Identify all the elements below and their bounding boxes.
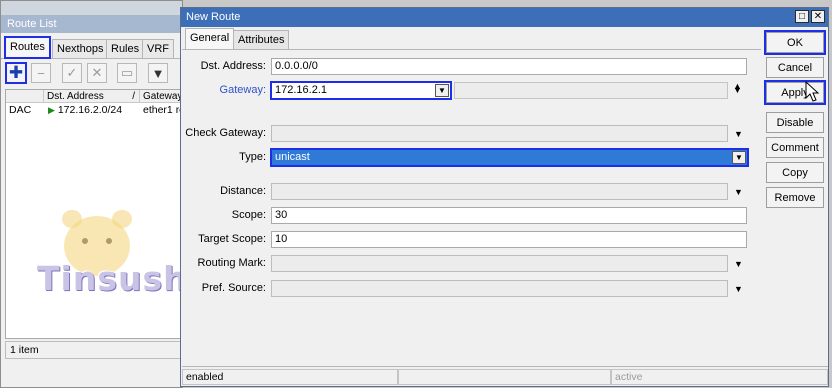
target-scope-label: Target Scope:	[198, 233, 266, 245]
route-list-title: Route List	[1, 15, 182, 33]
distance-field[interactable]	[271, 183, 728, 200]
routing-mark-label: Routing Mark:	[197, 257, 266, 269]
distance-dropdown-icon[interactable]: ▼	[734, 187, 743, 197]
minus-icon: −	[37, 65, 45, 81]
tab-nexthops[interactable]: Nexthops	[52, 39, 109, 58]
dst-address-label: Dst. Address:	[200, 60, 266, 72]
tab-rules[interactable]: Rules	[106, 39, 145, 58]
mouse-cursor-icon	[805, 81, 820, 102]
route-flag-icon: ▶	[48, 105, 55, 115]
type-value: unicast	[275, 151, 310, 163]
check-gateway-dropdown-icon[interactable]: ▼	[734, 129, 743, 139]
general-panel: Dst. Address: 0.0.0.0/0 Gateway: 172.16.…	[182, 49, 761, 366]
dst-address-field[interactable]: 0.0.0.0/0	[271, 58, 747, 75]
route-list-status: 1 item	[5, 341, 182, 359]
remove-button[interactable]: Remove	[766, 187, 824, 208]
route-list-top-band	[1, 1, 182, 15]
dropdown-arrow-icon: ▼	[438, 86, 446, 95]
pref-source-label: Pref. Source:	[201, 282, 266, 294]
status-enabled: enabled	[182, 369, 398, 385]
tab-attributes[interactable]: Attributes	[233, 30, 290, 49]
dropdown-arrow-icon: ▼	[735, 153, 743, 162]
table-row[interactable]: DAC ▶ 172.16.2.0/24 ether1 re	[6, 103, 182, 118]
row-gateway: ether1 re	[143, 104, 182, 116]
pref-source-field[interactable]	[271, 280, 728, 297]
cancel-button[interactable]: Cancel	[766, 57, 824, 78]
disable-button[interactable]: ✕	[87, 63, 107, 83]
remove-button[interactable]: −	[31, 63, 51, 83]
note-icon: ▭	[120, 65, 134, 80]
row-dst-address: ▶ 172.16.2.0/24	[48, 104, 122, 116]
close-button[interactable]: ✕	[811, 10, 825, 23]
route-list-window: Route List Routes Nexthops Rules VRF ✚ −…	[0, 0, 188, 388]
maximize-icon: □	[798, 10, 806, 22]
copy-button[interactable]: Copy	[766, 162, 824, 183]
new-route-dialog: New Route □ ✕ General Attributes Dst. Ad…	[180, 7, 829, 387]
maximize-button[interactable]: □	[795, 10, 809, 23]
gateway-value: 172.16.2.1	[275, 84, 327, 96]
tab-routes[interactable]: Routes	[4, 36, 51, 59]
status-middle	[398, 369, 611, 385]
routing-mark-field[interactable]	[271, 255, 728, 272]
scope-label: Scope:	[231, 209, 266, 221]
updown-arrow-icon[interactable]: ▲ ▼	[733, 81, 742, 101]
check-icon: ✓	[66, 65, 78, 80]
check-gateway-field[interactable]	[271, 125, 728, 142]
pref-source-dropdown-icon[interactable]: ▼	[734, 284, 743, 294]
column-header-gateway[interactable]: Gateway	[140, 90, 181, 103]
column-header-flags[interactable]	[6, 90, 44, 103]
dialog-title: New Route	[186, 11, 241, 23]
dialog-titlebar: New Route □ ✕	[181, 8, 828, 27]
dialog-status-bar: enabled active	[182, 366, 828, 386]
row-flags: DAC	[9, 104, 32, 116]
ok-button[interactable]: OK	[764, 30, 826, 55]
watermark-text: Tinsush	[37, 259, 188, 298]
cross-icon: ✕	[91, 65, 103, 80]
add-button[interactable]: ✚	[5, 62, 27, 84]
gateway-dropdown-button[interactable]: ▼	[435, 84, 449, 97]
gateway-extra-field	[454, 82, 728, 99]
table-header: Dst. Address / Gateway	[6, 90, 181, 103]
filter-button[interactable]: ▼	[148, 63, 168, 83]
gateway-field[interactable]: 172.16.2.1 ▼	[270, 81, 452, 100]
distance-label: Distance:	[220, 185, 266, 197]
column-header-dst-address-label: Dst. Address	[47, 91, 104, 102]
comment-button[interactable]: ▭	[117, 63, 137, 83]
routing-mark-dropdown-icon[interactable]: ▼	[734, 259, 743, 269]
scope-field[interactable]: 30	[271, 207, 747, 224]
close-icon: ✕	[813, 10, 823, 22]
route-list-tabs: Routes Nexthops Rules VRF	[1, 35, 182, 59]
tab-general[interactable]: General	[185, 28, 235, 50]
tab-vrf[interactable]: VRF	[142, 39, 174, 58]
target-scope-field[interactable]: 10	[271, 231, 747, 248]
type-label: Type:	[239, 151, 266, 163]
check-gateway-label: Check Gateway:	[185, 127, 266, 139]
filter-icon: ▼	[151, 65, 165, 81]
row-dst-address-text: 172.16.2.0/24	[57, 104, 123, 116]
type-select[interactable]: unicast ▼	[270, 148, 749, 167]
disable-button[interactable]: Disable	[766, 112, 824, 133]
route-list-toolbar: ✚ − ✓ ✕ ▭ ▼	[1, 61, 182, 87]
sort-indicator: /	[132, 91, 135, 102]
status-active: active	[611, 369, 828, 385]
plus-icon: ✚	[8, 63, 24, 82]
type-dropdown-button[interactable]: ▼	[732, 151, 746, 164]
enable-button[interactable]: ✓	[62, 63, 82, 83]
watermark-logo: Tinsush	[37, 201, 188, 311]
gateway-label: Gateway:	[219, 84, 266, 96]
column-header-dst-address[interactable]: Dst. Address /	[44, 90, 140, 103]
comment-button[interactable]: Comment	[766, 137, 824, 158]
